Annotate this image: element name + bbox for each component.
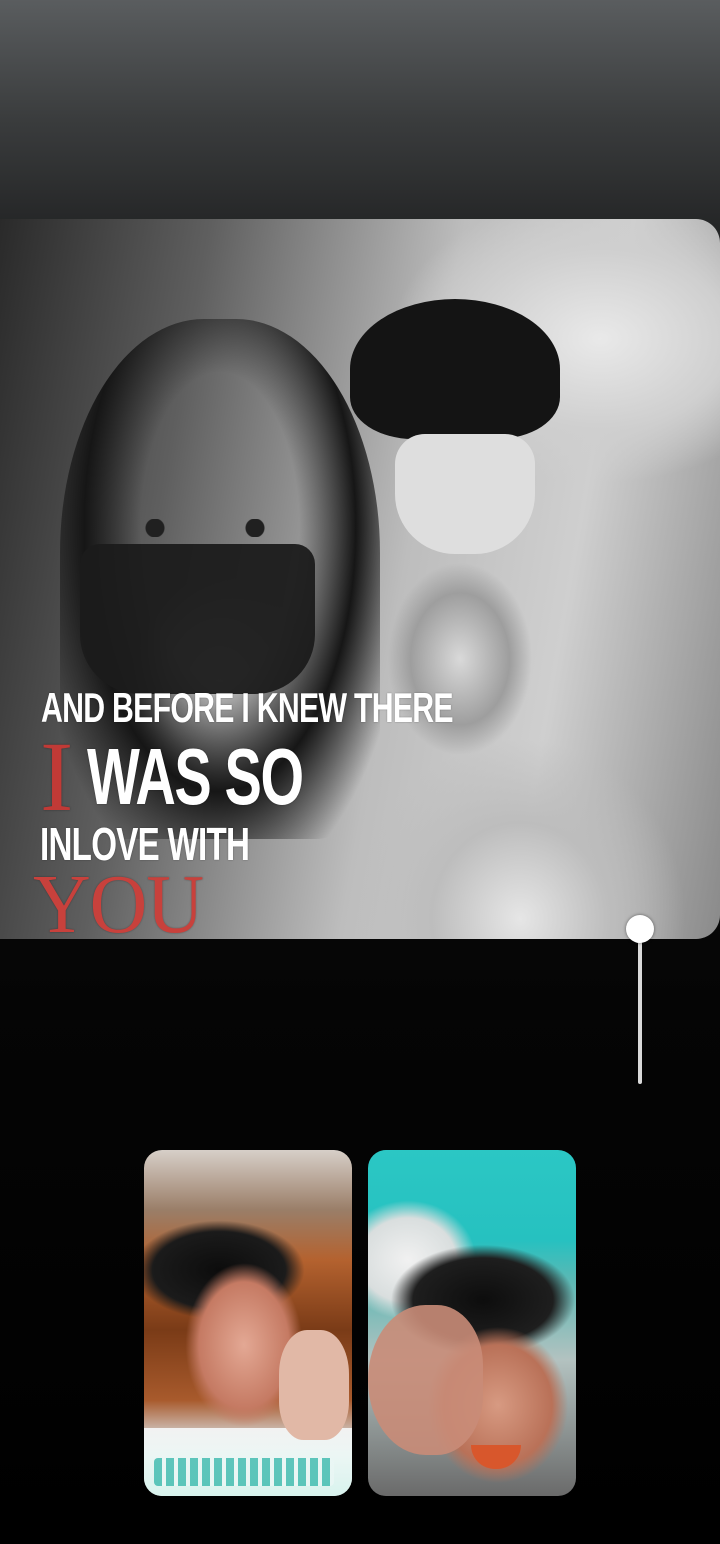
main-video-preview[interactable]: AND BEFORE I KNEW THERE I WAS SO INLOVE … (0, 219, 720, 939)
participant-2-mouth (471, 1445, 521, 1469)
timeline-scrub-line[interactable] (638, 930, 642, 1084)
lyrics-overlay: AND BEFORE I KNEW THERE I WAS SO INLOVE … (0, 219, 720, 939)
participant-tile-1[interactable] (144, 1150, 352, 1496)
participant-2-hand (368, 1305, 483, 1455)
timeline-scrub-handle[interactable] (626, 915, 654, 943)
participant-1-hand (279, 1330, 349, 1440)
lyric-line-4: YOU (33, 858, 204, 939)
lyric-line-1: AND BEFORE I KNEW THERE (41, 684, 454, 731)
participant-1-shirt-print (154, 1458, 334, 1486)
lyric-line-2: WAS SO (87, 732, 304, 821)
participant-tile-2[interactable] (368, 1150, 576, 1496)
